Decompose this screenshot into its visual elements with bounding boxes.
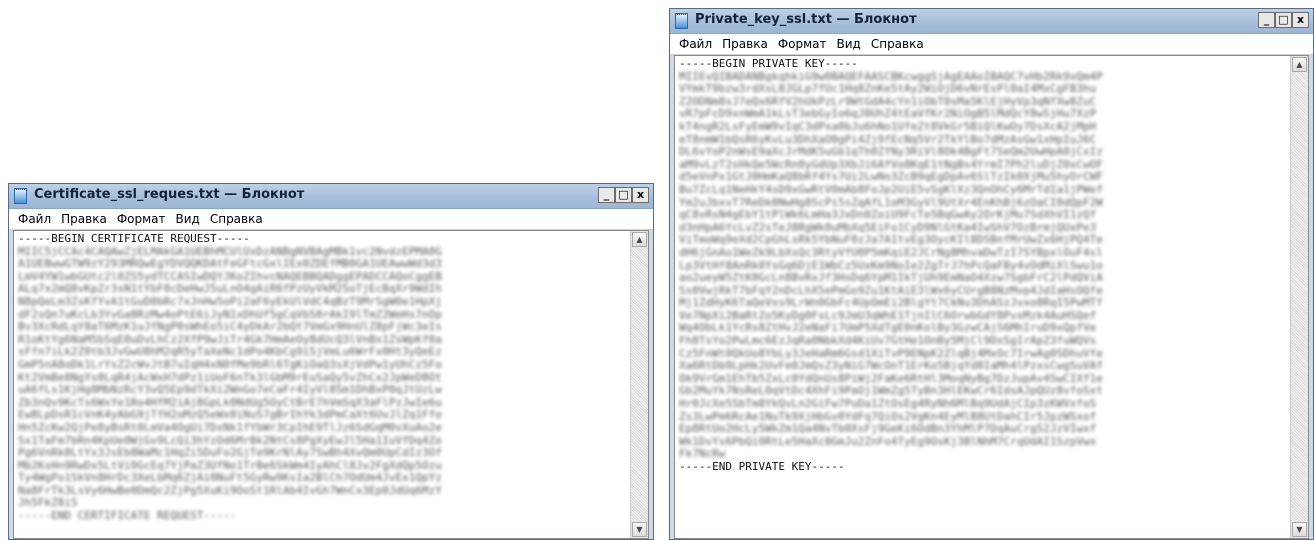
redacted-line: d3nHpA6YcLvZ2sTeJ8RgWk0uMbXq5EiFo1CyD9Nl… — [679, 221, 1097, 234]
redacted-line: Hr0JcXe5SbTm8YkQvLn2GiFw7PuDa1ZtOsEg4RyN… — [679, 398, 1097, 411]
begin-marker-line: -----BEGIN PRIVATE KEY----- — [679, 58, 858, 70]
redacted-line: Hn5ZcKw2QjPe8yBsRt0LmVa4OgUi7DxNk1fYbWr3… — [18, 421, 442, 434]
menu-file[interactable]: Файл — [674, 37, 717, 51]
redacted-line: Zs3LwPm6RcAe1NuTk9XjHbGv0YdFq7QiOs2VgKn4… — [679, 410, 1097, 423]
window-title: Certificate_ssl_reques.txt — Блокнот — [34, 187, 305, 202]
menu-bar: Файл Правка Формат Вид Справка — [9, 209, 653, 230]
redacted-line: kT4ngR2LsFyEmW9vIqC3dPxa0bJu6hNo1UfeZt8V… — [679, 120, 1097, 133]
redacted-line: Z2ODNm8sJ7eQx6RfV2hUkPzLr9WtGdA4cYn1iObT… — [679, 95, 1097, 108]
end-marker-line: -----END CERTIFICATE REQUEST----- — [18, 510, 237, 523]
redacted-line: uA6fLs1KjHg0MbNzRcY3vQ5Ep9dTkXi2WnGo7eCa… — [18, 384, 442, 397]
redacted-line: Bu7ZcLq1NeHkY4sD9xGwRtV0mAb8FoJp2UiE5vSg… — [679, 183, 1103, 196]
minimize-button[interactable]: _ — [598, 187, 615, 203]
redacted-line: Cz5FnWt0QkUo8YbLy3JeHaRm6Gsd1XiTvP9ENpK2… — [679, 347, 1103, 360]
window-controls: _ □ x — [598, 187, 649, 203]
notepad-icon[interactable] — [14, 188, 27, 204]
window-title: Private_key_ssl.txt — Блокнот — [695, 12, 917, 27]
redacted-line: Ym2uJbxvT7ReDk0NwHg8ScPi5sZqAfL1oM3GyVl9… — [679, 196, 1103, 209]
redacted-line: eT8nmW1bQsR6yKvLu3DhXaO0gPi4Zj9fEcNq5Vr2… — [679, 133, 1097, 146]
redacted-line: Fk7NcRw — [679, 448, 726, 461]
redacted-line: Ty4WgPo1SkVn8HrDc3XeLbMq6ZjAi0NuFt5GyRw9… — [18, 472, 442, 485]
redacted-line: sFfn7iLk2Z0tb3JvGwU8hM2qR5yTaXeNc1dPo4Kb… — [18, 346, 442, 359]
redacted-line: Pg6VnRk0LtYx3JsEb8WaMc1HqZi5DuFo2GjTe9Kr… — [18, 447, 442, 460]
begin-marker-line: -----BEGIN CERTIFICATE REQUEST----- — [18, 233, 250, 245]
redacted-line: Wk1DvYs6PbQi0RtLe5HaXc8GmJu2ZnFo4TyEg9Os… — [679, 435, 1097, 448]
notepad-icon[interactable] — [675, 13, 688, 29]
redacted-line: MIIEvQIBADANBgkqhkiG9w0BAQEFAASCBKcwggSj… — [679, 70, 1103, 83]
redacted-line: d5eVnPx1GtJ0HmKaQ8bRf4Ys7Ui2LwNo3ZcB9qEg… — [679, 171, 1103, 184]
redacted-line: N8pQeLm3ZsKfYvA1tGuD0bRc7xJnHw5oPi2aF6yE… — [18, 295, 442, 308]
notepad-window-private-key: Private_key_ssl.txt — Блокнот _ □ x Файл… — [669, 8, 1314, 540]
menu-edit[interactable]: Правка — [56, 212, 112, 226]
redacted-line: LmV4YW1wbGUtc2l0ZS5ydTCCASIwDQYJKoZIhvcN… — [18, 270, 442, 283]
close-button[interactable]: x — [1292, 12, 1309, 28]
redacted-line: aM9vLzT2sHkQe5WcRn0yGdUp3XbJi6AfVo8KqE1t… — [679, 158, 1103, 171]
scroll-up-arrow-icon[interactable]: ▲ — [632, 232, 647, 247]
redacted-line: Mj1ZdHyK6TaQeVxs9LrWn0GbFc4UpOmEi2BlgYt7… — [679, 297, 1103, 310]
window-controls: _ □ x — [1258, 12, 1309, 28]
editor-text[interactable]: -----BEGIN CERTIFICATE REQUEST----- MIIC… — [14, 231, 631, 538]
redacted-line: qC8vRsN4gEbY1tPlWk6LmHa3JxDn0ZoiU9FcTe5B… — [679, 209, 1097, 222]
redacted-line: Wq4ObLk1YcRs8ZtHvJ2eNaFi7UmP5XdTgE0nKolB… — [679, 322, 1097, 335]
redacted-line: Ss0VwjRkT7bFqY2nDcLhX5ePmGo9Zu1KtAiE3lWx… — [679, 284, 1103, 297]
redacted-line: Fh8TsYo2PwLmc6EzJqRa0NbkXd4KiUv7GtHe1OnB… — [679, 335, 1097, 348]
title-bar[interactable]: Certificate_ssl_reques.txt — Блокнот _ □… — [9, 184, 653, 209]
menu-format[interactable]: Формат — [112, 212, 171, 226]
vertical-scrollbar[interactable]: ▲ ▼ — [1290, 56, 1308, 538]
menu-format[interactable]: Формат — [773, 37, 832, 51]
menu-file[interactable]: Файл — [13, 212, 56, 226]
redacted-line: GmP5nA8oDk1LrYsZ2cWvJtB7uIqH4xN0fMe9bRl6… — [18, 358, 442, 371]
redacted-line: ViTmoWq9eXd2CpGhLsRk5YbNuF0zJa7A1tvEg3Oy… — [679, 234, 1103, 247]
notepad-window-certificate: Certificate_ssl_reques.txt — Блокнот _ □… — [8, 183, 654, 540]
redacted-line: Mb2KsHn9RwDx5LtVi0GcEq7YjPaZ3UfNo1TrBe6S… — [18, 459, 442, 472]
redacted-line: Zb3nQv9KcTs6WxYe1Ro4HfM2iAj8GpLk0NdUg5Oy… — [18, 396, 442, 409]
redacted-line: ALq7x2mQ8vKpZr3sN1tYbF0cDeHwJ5uLnO4gAiR6… — [18, 283, 442, 296]
menu-help[interactable]: Справка — [205, 212, 268, 226]
redacted-line: ao2ueyW5ZtK0GcLn8BvRxJf3HsDq6YpM1IkTjUh9… — [679, 272, 1103, 285]
redacted-line: Ve7NpXi2BaRtZo5KyDg0FsLc9JmU3qWhE1TjnIlC… — [679, 309, 1097, 322]
menu-view[interactable]: Вид — [171, 212, 205, 226]
menu-bar: Файл Правка Формат Вид Справка — [670, 34, 1313, 55]
redacted-line: Na8FrTk3LsVy6HwBe0DmQc2ZjPg5XuKi9OoSt1Rl… — [18, 484, 442, 497]
redacted-line: MIIC5jCCAc4CAQAwZjELMAkGA1UEBhMCUlUxDzAN… — [18, 245, 442, 258]
scroll-up-arrow-icon[interactable]: ▲ — [1292, 57, 1307, 72]
redacted-line: VYmkT9bzw3rdXsL0JGLp7fUc1Hq8ZnKe5tAy2WiO… — [679, 83, 1097, 96]
vertical-scrollbar[interactable]: ▲ ▼ — [630, 231, 648, 538]
title-bar[interactable]: Private_key_ssl.txt — Блокнот _ □ x — [670, 9, 1313, 34]
redacted-line: Ew8LpDsR1cVnK4yAbG9jTfH2oMzQ5eWx0iNuS7gB… — [18, 409, 442, 422]
redacted-line: vR7pFcD9xnWmA1kLsT3ebGyIo6qJ0UhZ4tEaVfKr… — [679, 108, 1097, 121]
maximize-button[interactable]: □ — [615, 187, 632, 203]
redacted-line: Kt2VmBe8NgYs0LqR4jAcWxH7dPz1iUoF6nTk3lGb… — [18, 371, 442, 384]
scroll-down-arrow-icon[interactable]: ▼ — [1292, 522, 1307, 537]
editor-text[interactable]: -----BEGIN PRIVATE KEY----- MIIEvQIBADAN… — [675, 56, 1291, 538]
redacted-line: Lp3VtHf8AnRk0YsGq6DjE1WbCz5UxKm9NoIe2ZgT… — [679, 259, 1103, 272]
redacted-line: Jh5FkZ8iS — [18, 497, 78, 510]
maximize-button[interactable]: □ — [1275, 12, 1292, 28]
redacted-line: dF2sQn7uKcLb3YvGa8RzMw4oPtE6iJyN1xDhUf5g… — [18, 308, 442, 321]
scroll-down-arrow-icon[interactable]: ▼ — [632, 522, 647, 537]
text-area[interactable]: -----BEGIN CERTIFICATE REQUEST----- MIIC… — [13, 230, 649, 539]
minimize-button[interactable]: _ — [1258, 12, 1275, 28]
redacted-line: A1UEBwwGTW9zY293MRQwEgYDVQQKDAtFeGFtcGxl… — [18, 258, 442, 271]
menu-help[interactable]: Справка — [866, 37, 929, 51]
redacted-line: dH6jGnAo1WeZk9LbXsQc3RtyVfU0P5mKqiE2JCrN… — [679, 246, 1103, 259]
menu-view[interactable]: Вид — [832, 37, 866, 51]
redacted-line: DL6vYoP2nWsE9aXcJrMdK5uGb1qTh0ZfNy3RiVl8… — [679, 146, 1103, 159]
close-button[interactable]: x — [632, 187, 649, 203]
menu-edit[interactable]: Правка — [717, 37, 773, 51]
redacted-line: Ep8RtUo2HcLy5WkZm1Qa4NvTb0XsFj9GeKi6OdBn… — [679, 423, 1097, 436]
redacted-line: Sx1TaFm7bRn4KpUe0WjGv9LcQi3hYzOd6MrBk2Nt… — [18, 434, 442, 447]
redacted-line: Gb2MuYk7NsReL0qVtDc4XhFi9PaOj1WmZg5TyBn3… — [679, 385, 1103, 398]
redacted-line: R1oKtYg6NaM5bSqE0uDvLhCz2XfP9wJiTr4Gk7Hm… — [18, 333, 442, 346]
redacted-line: Xa6RtDb9LpHk2UvFe0JmQsZ3yNiG7WcOnT1ErKo5… — [679, 360, 1103, 373]
end-marker-line: -----END PRIVATE KEY----- — [679, 461, 845, 473]
text-area[interactable]: -----BEGIN PRIVATE KEY----- MIIEvQIBADAN… — [674, 55, 1309, 539]
redacted-line: Bv3XcRdLqY8aT6MzK1uJfNgP0sWhEo5iC4yDkAr2… — [18, 321, 442, 334]
redacted-line: Ok9VrGm1EhTb5ZxLc0YdQnUs8PiWj2FaKe6RtHl3… — [679, 372, 1103, 385]
